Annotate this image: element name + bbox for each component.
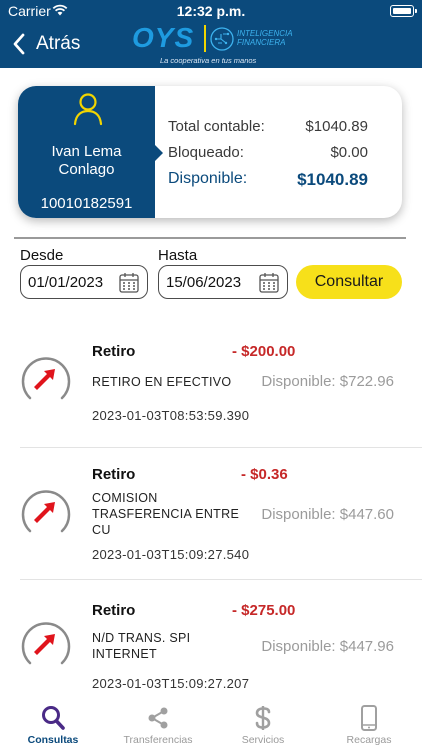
circuit-brain-icon [210, 27, 234, 51]
tab-recargas[interactable]: Recargas [316, 698, 422, 750]
available-balance-value: $1040.89 [297, 170, 368, 189]
consultar-button[interactable]: Consultar [296, 265, 402, 299]
movement-type: Retiro [92, 343, 136, 360]
logo-brand: OYS [132, 22, 195, 53]
tab-bar: Consultas Transferencias Servicios Recar… [0, 698, 422, 750]
withdrawal-arrow-icon [21, 357, 71, 400]
card-pointer [154, 144, 163, 162]
movement-date: 2023-01-03T08:53:59.390 [92, 408, 250, 423]
movement-date: 2023-01-03T15:09:27.540 [92, 547, 250, 562]
movement-item[interactable]: Retiro - $0.36 COMISION TRASFERENCIA ENT… [0, 448, 422, 580]
movement-type: Retiro [92, 466, 136, 483]
app-screen: Carrier 12:32 p.m. Atrás OYS INTELIGENCI… [0, 0, 422, 750]
tab-consultas[interactable]: Consultas [0, 698, 106, 750]
movement-item[interactable]: Retiro - $275.00 N/D TRANS. SPI INTERNET… [0, 580, 422, 698]
search-icon [42, 706, 65, 730]
from-date-label: Desde [20, 247, 64, 264]
total-balance-value: $1040.89 [305, 118, 368, 135]
dollar-icon [255, 706, 271, 730]
movement-available: Disponible: $722.96 [261, 373, 394, 390]
tab-label: Consultas [27, 734, 79, 746]
chevron-left-icon [13, 33, 25, 55]
blocked-balance-label: Bloqueado: [168, 144, 244, 161]
section-divider [14, 237, 406, 239]
tab-servicios[interactable]: Servicios [210, 698, 316, 750]
to-date-label: Hasta [158, 247, 198, 264]
calendar-icon [119, 273, 139, 293]
available-balance-label: Disponible: [168, 170, 248, 187]
blocked-balance-value: $0.00 [330, 144, 368, 161]
movement-type: Retiro [92, 602, 136, 619]
phone-icon [361, 705, 377, 731]
from-date-field[interactable]: 01/01/2023 [20, 265, 148, 299]
battery-icon [390, 5, 417, 17]
logo-divider [204, 25, 206, 52]
account-owner-name: Ivan Lema Conlago [51, 143, 122, 178]
header: Carrier 12:32 p.m. Atrás OYS INTELIGENCI… [0, 0, 422, 68]
account-card: Ivan Lema Conlago 10010182591 Total cont… [18, 86, 402, 218]
logo-tagline: La cooperativa en tus manos [160, 56, 257, 65]
back-button[interactable]: Atrás [12, 30, 80, 58]
movement-item[interactable]: Retiro - $200.00 RETIRO EN EFECTIVO Disp… [0, 330, 422, 448]
tab-label: Transferencias [123, 734, 193, 746]
movement-amount: - $275.00 [232, 602, 296, 619]
movement-amount: - $0.36 [241, 466, 288, 483]
logo-line2: FINANCIERA [237, 38, 286, 47]
to-date-value: 15/06/2023 [166, 274, 242, 291]
logo-line1: INTELIGENCIA [237, 29, 293, 38]
movement-amount: - $200.00 [232, 343, 296, 360]
from-date-value: 01/01/2023 [28, 274, 104, 291]
calendar-icon [259, 273, 279, 293]
tab-label: Servicios [241, 734, 285, 746]
status-time: 12:32 p.m. [176, 3, 246, 19]
tab-label: Recargas [346, 734, 392, 746]
account-owner-panel: Ivan Lema Conlago 10010182591 [18, 86, 155, 218]
movement-available: Disponible: $447.60 [261, 506, 394, 523]
share-icon [148, 707, 168, 729]
withdrawal-arrow-icon [21, 490, 71, 533]
brand-logo: OYS INTELIGENCIA FINANCIERA La cooperati… [132, 22, 293, 66]
movement-description: COMISION TRASFERENCIA ENTRE CU [92, 491, 240, 537]
withdrawal-arrow-icon [21, 622, 71, 665]
tab-transferencias[interactable]: Transferencias [105, 698, 211, 750]
movement-description: RETIRO EN EFECTIVO [92, 375, 232, 389]
movement-description: N/D TRANS. SPI INTERNET [92, 631, 191, 661]
account-number: 10010182591 [40, 195, 133, 212]
to-date-field[interactable]: 15/06/2023 [158, 265, 288, 299]
total-balance-label: Total contable: [168, 118, 265, 135]
user-icon [73, 93, 103, 126]
movement-available: Disponible: $447.96 [261, 638, 394, 655]
back-label: Atrás [36, 33, 81, 54]
status-bar: Carrier 12:32 p.m. [0, 0, 422, 22]
movement-date: 2023-01-03T15:09:27.207 [92, 676, 250, 691]
